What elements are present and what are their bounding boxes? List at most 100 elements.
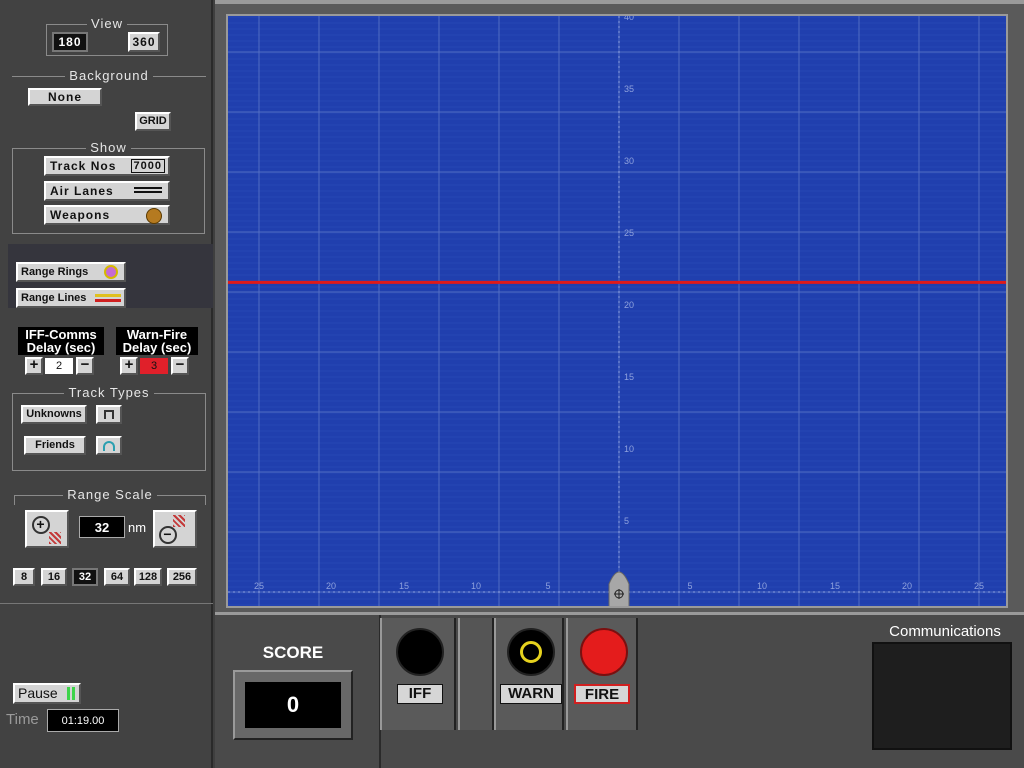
- sea-texture-row: [228, 370, 1006, 372]
- sea-texture-row: [228, 64, 1006, 66]
- range-tick-label: 10: [624, 444, 634, 454]
- sea-texture-row: [228, 484, 1006, 486]
- bearing-tick-label: 25: [254, 581, 264, 591]
- range-tick-label: 40: [624, 16, 634, 22]
- range-scale-option-32[interactable]: 32: [72, 568, 98, 586]
- sea-texture-row: [228, 166, 1006, 168]
- sea-texture-row: [228, 202, 1006, 204]
- sea-texture-row: [228, 442, 1006, 444]
- fire-button[interactable]: FIRE: [574, 684, 630, 704]
- sea-texture-row: [228, 388, 1006, 390]
- sea-texture-row: [228, 520, 1006, 522]
- range-scale-option-128[interactable]: 128: [134, 568, 162, 586]
- air-lanes-button[interactable]: Air Lanes: [44, 181, 170, 201]
- unknowns-button[interactable]: Unknowns: [21, 405, 87, 424]
- sea-texture-row: [228, 184, 1006, 186]
- sea-texture-row: [228, 394, 1006, 396]
- warn-button[interactable]: WARN: [500, 684, 562, 704]
- sea-texture-row: [228, 514, 1006, 516]
- sea-texture-row: [228, 298, 1006, 300]
- fire-lamp-icon[interactable]: [580, 628, 628, 676]
- range-tick-label: 20: [624, 300, 634, 310]
- sea-texture-row: [228, 94, 1006, 96]
- range-lines-label: Range Lines: [21, 292, 87, 304]
- sea-texture-row: [228, 100, 1006, 102]
- sea-texture-row: [228, 496, 1006, 498]
- range-rings-label: Range Rings: [21, 266, 89, 278]
- sea-texture-row: [228, 130, 1006, 132]
- sea-texture-row: [228, 46, 1006, 48]
- time-label: Time: [6, 711, 39, 728]
- background-none-button[interactable]: None: [28, 88, 102, 106]
- unknown-track-icon: [104, 410, 114, 419]
- iff-lamp-icon[interactable]: [396, 628, 444, 676]
- bearing-tick-label: 15: [399, 581, 409, 591]
- sea-texture-row: [228, 142, 1006, 144]
- sea-texture-row: [228, 58, 1006, 60]
- range-scale-option-8[interactable]: 8: [13, 568, 35, 586]
- warn-lamp-icon[interactable]: [507, 628, 555, 676]
- friends-button[interactable]: Friends: [24, 436, 86, 455]
- background-grid-button[interactable]: GRID: [135, 112, 171, 131]
- sea-texture-row: [228, 454, 1006, 456]
- range-rings-icon: [104, 265, 118, 279]
- sea-texture-row: [228, 154, 1006, 156]
- zoom-out-button[interactable]: −: [153, 510, 197, 548]
- air-lanes-icon: [134, 187, 162, 193]
- iff-comms-decrease-button[interactable]: −: [76, 357, 94, 375]
- track-nos-label: Track Nos: [50, 159, 117, 173]
- weapons-button[interactable]: Weapons: [44, 205, 170, 225]
- sea-texture-row: [228, 436, 1006, 438]
- sea-texture-row: [228, 208, 1006, 210]
- sea-texture-row: [228, 268, 1006, 270]
- sea-texture-row: [228, 460, 1006, 462]
- range-rings-button[interactable]: Range Rings: [16, 262, 126, 282]
- track-nos-button[interactable]: Track Nos 7000: [44, 156, 170, 176]
- background-group: Background: [12, 68, 206, 136]
- sea-texture-row: [228, 238, 1006, 240]
- view-360-button[interactable]: 360: [128, 32, 160, 52]
- weapons-icon: [146, 208, 162, 224]
- range-scale-option-16[interactable]: 16: [41, 568, 67, 586]
- pause-button[interactable]: Pause: [13, 683, 81, 704]
- range-tick-label: 5: [624, 516, 629, 526]
- sea-texture-row: [228, 322, 1006, 324]
- view-180-button[interactable]: 180: [52, 32, 88, 52]
- warn-fire-increase-button[interactable]: +: [120, 357, 138, 375]
- iff-button[interactable]: IFF: [397, 684, 443, 704]
- weapons-label: Weapons: [50, 208, 111, 222]
- sea-texture-row: [228, 328, 1006, 330]
- sea-texture-row: [228, 556, 1006, 558]
- range-scale-option-64[interactable]: 64: [104, 568, 130, 586]
- bearing-tick-label: 10: [757, 581, 767, 591]
- range-scale-group: Range Scale: [14, 487, 206, 505]
- sea-texture-row: [228, 148, 1006, 150]
- friends-symbol[interactable]: [96, 436, 122, 455]
- sea-texture-row: [228, 226, 1006, 228]
- pause-icon: [67, 687, 75, 700]
- warn-fire-decrease-button[interactable]: −: [171, 357, 189, 375]
- sea-texture-row: [228, 118, 1006, 120]
- pause-label: Pause: [18, 685, 58, 701]
- sea-texture-row: [228, 124, 1006, 126]
- warn-fire-delay-label: Warn-Fire Delay (sec): [116, 327, 198, 355]
- control-panel: View 180 360 Background None GRID Show T…: [0, 0, 213, 768]
- bearing-tick-label: 20: [326, 581, 336, 591]
- range-scale-value: 32: [79, 516, 125, 538]
- unknowns-symbol[interactable]: [96, 405, 122, 424]
- iff-comms-increase-button[interactable]: +: [25, 357, 43, 375]
- bearing-tick-label: 15: [830, 581, 840, 591]
- left-separator: [0, 603, 213, 604]
- range-lines-button[interactable]: Range Lines: [16, 288, 126, 308]
- radar-display[interactable]: 40 35 30 25 20 15 10 5 25 20 15 10 5 5 10 15 20 25: [226, 14, 1008, 608]
- zoom-in-button[interactable]: +: [25, 510, 69, 548]
- sea-texture-row: [228, 214, 1006, 216]
- sea-texture-row: [228, 70, 1006, 72]
- sea-texture-row: [228, 76, 1006, 78]
- fire-bay: FIRE: [566, 618, 638, 730]
- sea-texture-row: [228, 544, 1006, 546]
- empty-bay: [458, 618, 494, 730]
- sea-texture-row: [228, 82, 1006, 84]
- sea-texture-row: [228, 562, 1006, 564]
- range-scale-option-256[interactable]: 256: [167, 568, 197, 586]
